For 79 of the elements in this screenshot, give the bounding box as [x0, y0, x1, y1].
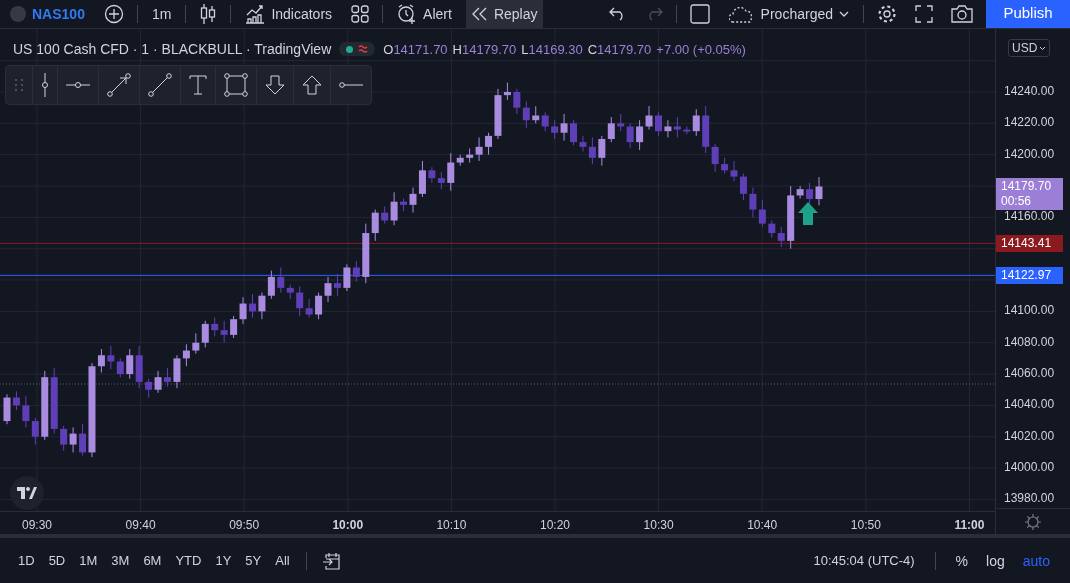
layouts-icon[interactable] [351, 5, 370, 23]
price-line-label: 14122.97 [996, 267, 1063, 285]
price-change: +7.00 (+0.05%) [656, 41, 746, 57]
range-button[interactable]: 1M [73, 553, 104, 568]
time-axis-label: 09:40 [125, 518, 156, 532]
time-axis-label: 10:30 [643, 518, 674, 532]
price-axis-label: 13980.00 [1004, 491, 1055, 506]
price-axis-label: 14220.00 [1004, 115, 1055, 130]
replay-button[interactable]: Replay [465, 0, 544, 28]
chevron-down-icon [1039, 45, 1047, 51]
range-button[interactable]: 5Y [239, 553, 268, 568]
indicators-button[interactable]: Indicators [239, 0, 339, 28]
text-tool-icon[interactable] [189, 75, 207, 95]
range-button[interactable]: 1Y [209, 553, 238, 568]
time-axis-label: 10:20 [540, 518, 570, 532]
ohlc-value: L14169.30 [521, 41, 583, 57]
price-axis-label: 14240.00 [1004, 84, 1055, 98]
time-axis-label: 10:50 [850, 518, 881, 532]
layout-name-button[interactable]: Procharged [722, 0, 855, 28]
symbol-description[interactable]: US 100 Cash CFD · 1 · BLACKBULL · TradingView [13, 41, 332, 57]
price-axis-label: 14020.00 [1004, 428, 1055, 443]
rewind-icon [471, 7, 488, 21]
camera-icon[interactable] [951, 5, 973, 23]
symbol-name[interactable]: NAS100 [32, 6, 85, 22]
arrow-line-icon[interactable] [107, 73, 131, 97]
range-button[interactable]: 5D [42, 553, 72, 568]
ohlc-value: H14179.70 [452, 41, 517, 57]
price-axis-label: 14060.00 [1004, 366, 1055, 381]
time-axis-label: 10:00 [332, 518, 364, 532]
price-axis-label: 14160.00 [1004, 209, 1055, 224]
time-axis-label: 11:00 [954, 518, 985, 532]
range-button[interactable]: 3M [105, 553, 136, 568]
trend-line-icon[interactable] [148, 73, 172, 97]
ohlc-value: O14171.70 [383, 41, 448, 57]
calendar-arrow-icon[interactable] [321, 551, 340, 570]
scale-toggle[interactable]: auto [1016, 552, 1056, 569]
chart-icon [245, 4, 266, 24]
time-axis-label: 10:10 [436, 518, 467, 532]
logo-icon[interactable] [10, 476, 44, 510]
alert-button[interactable]: Alert [391, 0, 458, 28]
symbol-logo-icon [10, 6, 26, 22]
chevron-down-icon [839, 11, 849, 17]
interval-button[interactable]: 1m [145, 0, 178, 28]
range-button[interactable]: 6M [137, 553, 168, 568]
price-line-label: 14143.41 [996, 235, 1063, 253]
range-button[interactable]: All [269, 553, 296, 568]
price-axis-label: 14200.00 [1004, 146, 1055, 161]
horizontal-line[interactable] [0, 274, 995, 276]
time-axis-label: 09:50 [229, 518, 260, 532]
drag-handle-icon[interactable] [14, 78, 24, 92]
cloud-icon [728, 5, 755, 23]
arrow-up-icon[interactable] [302, 75, 322, 95]
price-axis-label: 14040.00 [1004, 397, 1055, 412]
rectangle-icon[interactable] [224, 73, 248, 97]
candles-icon[interactable] [199, 3, 218, 25]
price-axis-label: 14000.00 [1004, 460, 1055, 475]
arrow-up-icon [798, 202, 818, 225]
currency-button[interactable]: USD [1008, 39, 1051, 57]
fullscreen-icon[interactable] [915, 5, 933, 23]
horizontal-ray-icon[interactable] [339, 81, 363, 89]
vertical-line-icon[interactable] [41, 73, 49, 97]
range-button[interactable]: YTD [169, 553, 208, 568]
scale-toggle[interactable]: log [980, 552, 1011, 569]
time-axis-label: 09:30 [22, 518, 52, 532]
alarm-clock-icon [397, 4, 418, 24]
price-axis-label: 14080.00 [1004, 334, 1055, 349]
add-icon[interactable] [103, 4, 124, 24]
scale-toggle[interactable]: % [949, 552, 975, 569]
market-status-badge[interactable] [339, 42, 376, 56]
range-button[interactable]: 1D [12, 553, 41, 568]
horizontal-line-icon[interactable] [66, 81, 90, 89]
ohlc-value: C14179.70 [587, 41, 652, 57]
price-axis-label: 14100.00 [1004, 303, 1055, 318]
square-icon[interactable] [689, 4, 710, 24]
publish-button[interactable]: Publish [986, 0, 1070, 28]
time-axis-label: 10:40 [747, 518, 778, 532]
arrow-down-icon[interactable] [265, 75, 285, 95]
last-price-label: 14179.70 00:56 [996, 178, 1063, 211]
clock-text[interactable]: 10:45:04 (UTC-4) [813, 553, 915, 568]
